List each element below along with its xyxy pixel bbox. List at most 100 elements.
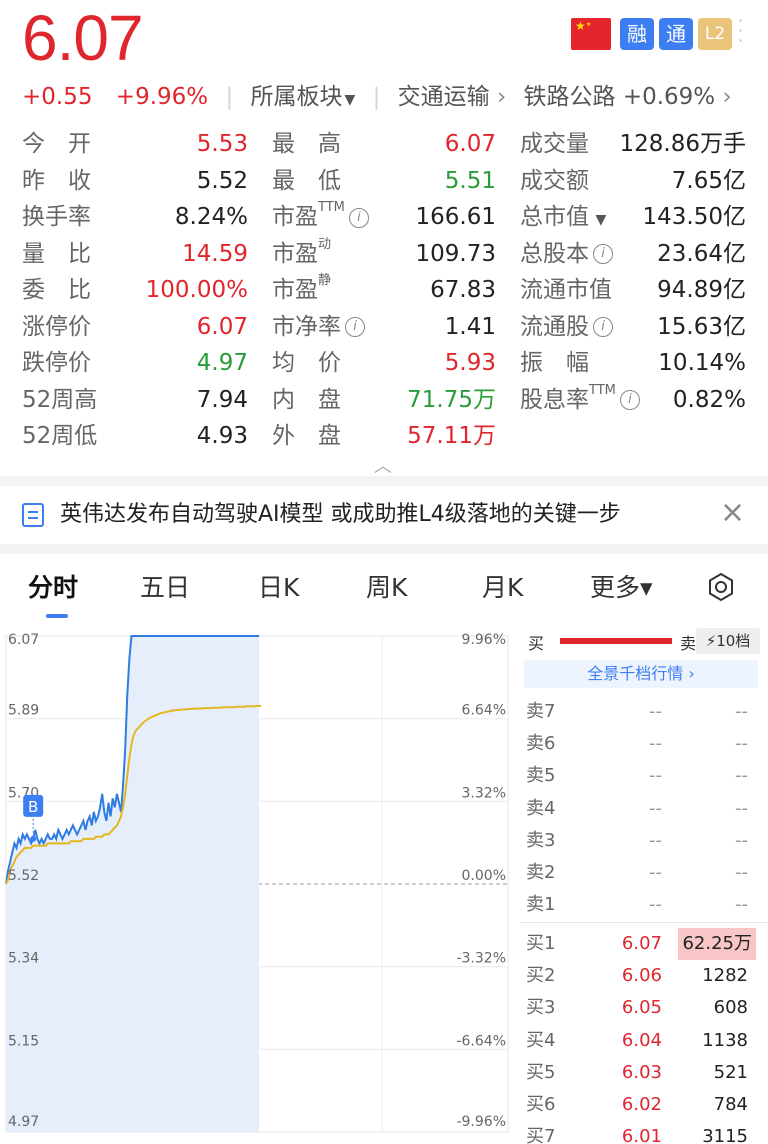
- ask-row[interactable]: 卖5 -- --: [520, 760, 768, 792]
- tab-0[interactable]: 分时: [28, 572, 78, 604]
- news-headline[interactable]: 英伟达发布自动驾驶AI模型 或成助推L4级落地的关键一步: [60, 498, 621, 532]
- stat-label[interactable]: 市净率 i: [272, 309, 365, 345]
- settings-icon[interactable]: [706, 572, 736, 602]
- divider: |: [372, 84, 381, 110]
- level-volume: --: [735, 894, 748, 916]
- y-right-tick-label: -9.96%: [456, 1114, 506, 1130]
- level-label: 买7: [526, 1126, 556, 1144]
- level-price: 6.05: [621, 997, 662, 1019]
- tab-3[interactable]: 周K: [366, 572, 407, 604]
- industry-link[interactable]: 交通运输 ›: [398, 80, 507, 114]
- sell-label: 卖: [680, 634, 697, 653]
- y-left-tick-label: 4.97: [8, 1114, 39, 1130]
- level-volume: --: [735, 797, 748, 819]
- y-right-tick-label: 3.32%: [462, 785, 506, 801]
- level-label: 买2: [526, 965, 556, 987]
- collapse-chevron-icon[interactable]: ︿: [374, 452, 392, 478]
- intraday-chart-svg[interactable]: 6.075.895.705.525.345.154.979.96%6.64%3.…: [0, 624, 512, 1144]
- stat-label[interactable]: 总市值 ▼: [520, 199, 606, 238]
- stat-value: 0.82%: [672, 386, 746, 413]
- stats-row: 换手率 8.24% 市盈TTMi 166.61 总市值 ▼ 143.50亿: [0, 199, 768, 235]
- tab-5[interactable]: 更多▾: [590, 572, 653, 604]
- stat-value: 5.51: [444, 167, 496, 194]
- quote-header: 6.07 ★ ★ 融 通 L2 · · · +0.55 +9.96% | 所属板块 ▼…: [0, 0, 768, 120]
- close-icon[interactable]: ×: [720, 496, 745, 530]
- info-icon[interactable]: i: [593, 244, 613, 264]
- bid-row[interactable]: 买2 6.06 1282: [520, 960, 768, 992]
- bid-row[interactable]: 买5 6.03 521: [520, 1057, 768, 1089]
- full-depth-button[interactable]: 全景千档行情 ›: [524, 660, 758, 688]
- stat-value: 15.63亿: [657, 313, 746, 340]
- stat-label: 流通市值: [520, 277, 612, 303]
- level-price: --: [649, 733, 662, 755]
- ask-row[interactable]: 卖4 -- --: [520, 793, 768, 825]
- stat-value: 5.93: [444, 350, 496, 376]
- stat-label[interactable]: 市盈TTMi: [272, 199, 369, 235]
- margin-trading-badge[interactable]: 融: [620, 18, 654, 50]
- stat-label[interactable]: 总股本 i: [520, 236, 613, 272]
- bid-row[interactable]: 买3 6.05 608: [520, 992, 768, 1024]
- news-banner[interactable]: 英伟达发布自动驾驶AI模型 或成助推L4级落地的关键一步 ×: [0, 486, 768, 544]
- more-dots-icon[interactable]: · · ·: [738, 13, 746, 49]
- tab-1[interactable]: 五日: [140, 572, 190, 604]
- buy-marker-dot: [30, 835, 37, 842]
- sector-menu[interactable]: 所属板块 ▼: [251, 80, 356, 117]
- levels-toggle-button[interactable]: ⚡10档: [696, 628, 760, 654]
- level-price: --: [649, 701, 662, 722]
- level-price: 6.01: [621, 1126, 662, 1144]
- ask-row[interactable]: 卖1 -- --: [520, 889, 768, 921]
- bid-row[interactable]: 买7 6.01 3115: [520, 1121, 768, 1144]
- ask-row[interactable]: 卖3 -- --: [520, 825, 768, 857]
- stat-value: 100.00%: [145, 277, 248, 303]
- info-icon[interactable]: i: [345, 317, 365, 337]
- sub-industry-link[interactable]: 铁路公路 +0.69% ›: [524, 80, 732, 114]
- ask-row[interactable]: 卖6 -- --: [520, 728, 768, 760]
- bid-row[interactable]: 买4 6.04 1138: [520, 1025, 768, 1057]
- level-price: --: [649, 862, 662, 883]
- ask-row[interactable]: 卖2 -- --: [520, 857, 768, 889]
- stat-value: 128.86万手: [619, 131, 746, 157]
- stat-label: 今 开: [22, 131, 91, 157]
- stat-label[interactable]: 股息率TTMi: [520, 382, 640, 418]
- stat-label: 成交量: [520, 131, 589, 157]
- y-right-tick-label: 9.96%: [462, 632, 506, 648]
- level-price: --: [649, 829, 662, 851]
- stats-row: 跌停价 4.97 均 价 5.93 振 幅 10.14%: [0, 345, 768, 381]
- info-icon[interactable]: i: [593, 317, 613, 337]
- level-label: 买1: [526, 933, 556, 954]
- stat-label[interactable]: 流通股 i: [520, 309, 613, 345]
- level-volume: --: [735, 733, 748, 755]
- stat-label: 市盈动: [272, 236, 332, 267]
- info-icon[interactable]: i: [619, 390, 640, 410]
- level-label: 卖3: [526, 829, 556, 851]
- buy-marker-label: B: [28, 798, 38, 816]
- buy-sell-ratio-bar: [560, 638, 672, 644]
- tab-2[interactable]: 日K: [258, 572, 299, 604]
- bid-row[interactable]: 买1 6.07 62.25万: [520, 928, 768, 960]
- chart-tabs: 分时 五日 日K 周K 月K 更多▾: [0, 556, 768, 620]
- intraday-chart[interactable]: 6.07 5.89 5.70 5.52 5.34 5.15 4.97 9.96% 6.64% 3.…: [0, 624, 512, 1144]
- stat-value: 7.94: [196, 386, 248, 413]
- order-book-divider: [520, 922, 768, 923]
- stat-label: 成交额: [520, 167, 589, 194]
- stat-value: 6.07: [444, 131, 496, 157]
- tab-4[interactable]: 月K: [482, 572, 523, 604]
- bid-row[interactable]: 买6 6.02 784: [520, 1089, 768, 1121]
- y-left-tick-label: 5.15: [8, 1033, 39, 1049]
- active-tab-indicator: [46, 614, 68, 618]
- stats-row: 52周低 4.93 外 盘 57.11万: [0, 418, 768, 454]
- stock-connect-badge[interactable]: 通: [659, 18, 693, 50]
- stat-value: 4.97: [196, 350, 248, 376]
- level-label: 买4: [526, 1029, 556, 1051]
- stats-grid: 今 开 5.53 最 高 6.07 成交量 128.86万手昨 收 5.52 最 低 5.51 成…: [0, 126, 768, 456]
- level-volume: 1282: [702, 965, 748, 987]
- stat-label: 量 比: [22, 240, 91, 267]
- level2-badge[interactable]: L2: [698, 18, 732, 50]
- level-volume: --: [735, 701, 748, 722]
- info-icon[interactable]: i: [348, 207, 369, 228]
- news-icon: [22, 503, 44, 527]
- section-divider: [0, 544, 768, 554]
- stat-label: 内 盘: [272, 386, 341, 413]
- section-divider: [0, 476, 768, 486]
- ask-row[interactable]: 卖7 -- --: [520, 696, 768, 728]
